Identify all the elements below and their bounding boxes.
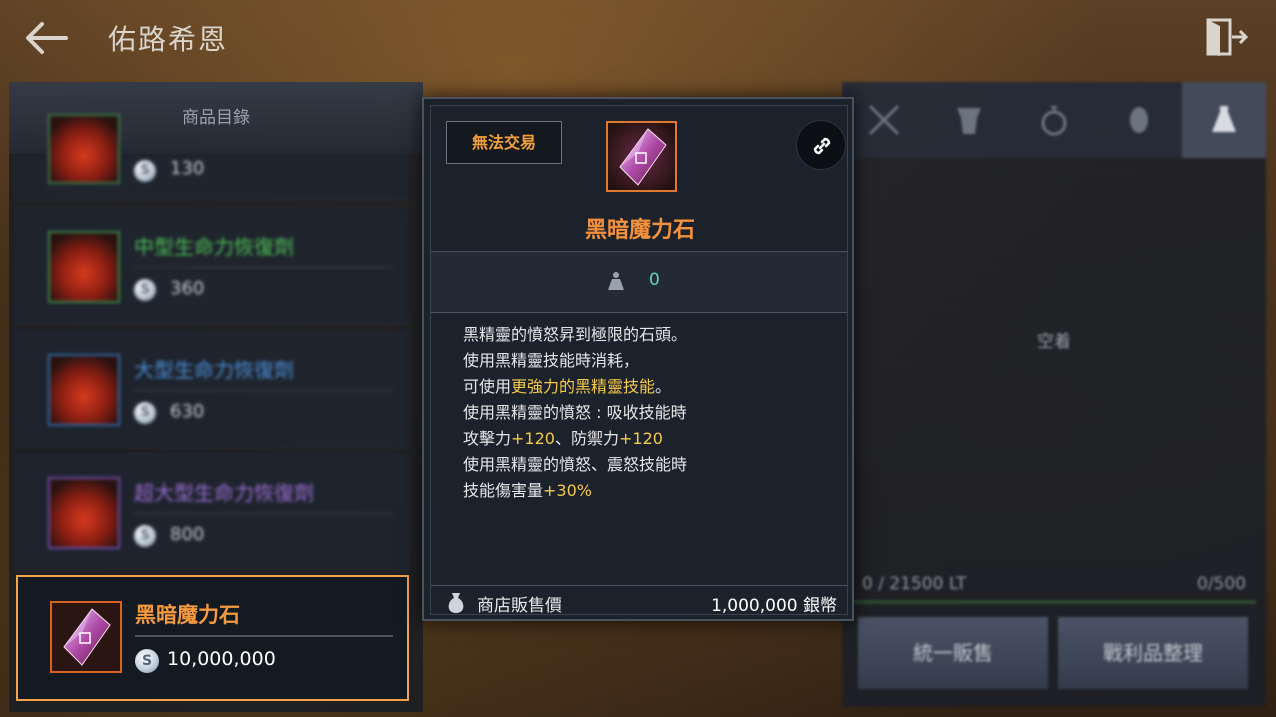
weapon-tab[interactable] bbox=[842, 82, 926, 158]
money-bag-icon bbox=[448, 593, 464, 613]
item-divider bbox=[134, 513, 392, 514]
description-text: 攻擊力 bbox=[463, 429, 512, 448]
description-line: 使用黑精靈技能時消耗， bbox=[463, 351, 640, 370]
inventory-empty-text: 空着 bbox=[1037, 332, 1071, 352]
exit-button[interactable] bbox=[1204, 16, 1250, 58]
description-line: 可使用更強力的黑精靈技能。 bbox=[463, 374, 833, 400]
item-name: 超大型生命力恢復劑 bbox=[134, 481, 314, 505]
page-title: 佑路希恩 bbox=[108, 23, 229, 56]
back-arrow-icon bbox=[26, 22, 68, 54]
gem-icon bbox=[1130, 107, 1148, 133]
item-price: 360 bbox=[170, 278, 205, 299]
dark-magic-stone-icon bbox=[606, 121, 677, 192]
item-icon bbox=[48, 354, 120, 426]
top-bar: 佑路希恩 bbox=[0, 0, 1276, 78]
dark-magic-stone-icon bbox=[50, 601, 122, 673]
item-name: 中型生命力恢復劑 bbox=[134, 235, 294, 259]
divider bbox=[431, 312, 847, 313]
selected-item-price: 10,000,000 bbox=[167, 648, 276, 670]
description-text: 技能傷害量 bbox=[463, 481, 544, 500]
armor-icon bbox=[957, 108, 981, 134]
crossed-swords-icon bbox=[868, 104, 900, 136]
misc-tab[interactable] bbox=[1097, 82, 1181, 158]
weight-icon bbox=[608, 272, 624, 290]
description-text: 。 bbox=[655, 377, 672, 396]
list-item[interactable]: 中型生命力恢復劑 S 360 bbox=[14, 207, 410, 325]
item-icon bbox=[48, 114, 120, 184]
share-link-button[interactable] bbox=[796, 120, 846, 170]
sell-all-button[interactable]: 統一販售 bbox=[858, 617, 1048, 689]
description-highlight: 更強力的黑精靈技能 bbox=[511, 377, 656, 396]
item-tooltip: 無法交易 黑暗魔力石 0 黑精靈的憤怒昇到極限的石頭。 使用黑精靈技能時消耗， … bbox=[422, 97, 854, 621]
silver-coin-icon: S bbox=[134, 160, 156, 182]
skill-damage-bonus: +30% bbox=[543, 481, 592, 500]
item-price: 630 bbox=[170, 401, 205, 422]
item-divider bbox=[134, 267, 392, 268]
defense-bonus: +120 bbox=[618, 429, 663, 448]
shop-price-label: 商店販售價 bbox=[477, 596, 562, 616]
item-name: 大型生命力恢復劑 bbox=[134, 358, 294, 382]
inventory-capacity-bar bbox=[852, 600, 1256, 604]
divider bbox=[431, 585, 847, 586]
inventory-count: 0/500 bbox=[1197, 574, 1246, 594]
item-icon bbox=[48, 231, 120, 303]
item-divider bbox=[135, 635, 393, 637]
list-item[interactable]: 大型生命力恢復劑 S 630 bbox=[14, 330, 410, 448]
accessory-tab[interactable] bbox=[1012, 82, 1096, 158]
untradeable-badge: 無法交易 bbox=[446, 121, 562, 164]
item-icon bbox=[48, 477, 120, 549]
item-description: 黑精靈的憤怒昇到極限的石頭。 使用黑精靈技能時消耗， 可使用更強力的黑精靈技能。… bbox=[463, 322, 833, 504]
selected-item-name: 黑暗魔力石 bbox=[135, 603, 240, 627]
back-button[interactable] bbox=[22, 18, 70, 58]
potion-flask-icon bbox=[1212, 106, 1236, 132]
item-divider bbox=[134, 390, 392, 391]
exit-door-icon bbox=[1206, 18, 1249, 56]
link-icon bbox=[813, 137, 831, 155]
silver-coin-icon: S bbox=[134, 525, 156, 547]
tooltip-item-name: 黑暗魔力石 bbox=[584, 218, 695, 243]
shop-price-value: 1,000,000 銀幣 bbox=[711, 596, 837, 616]
list-item[interactable]: 超大型生命力恢復劑 S 800 bbox=[14, 453, 410, 571]
sort-loot-button[interactable]: 戰利品整理 bbox=[1058, 617, 1248, 689]
weight-value: 0 bbox=[649, 270, 660, 290]
ring-icon bbox=[1041, 106, 1067, 136]
inventory-weight: 0 / 21500 LT bbox=[862, 574, 967, 594]
description-line: 使用黑精靈的憤怒、震怒技能時 bbox=[463, 455, 688, 474]
armor-tab[interactable] bbox=[927, 82, 1011, 158]
potion-tab[interactable] bbox=[1182, 82, 1266, 158]
silver-coin-icon: S bbox=[134, 402, 156, 424]
list-item[interactable]: S 130 bbox=[14, 114, 410, 200]
description-line: 技能傷害量+30% bbox=[463, 478, 833, 504]
item-price: 800 bbox=[170, 524, 205, 545]
description-line: 使用黑精靈的憤怒 : 吸收技能時 bbox=[463, 403, 687, 422]
inventory-tabs bbox=[842, 82, 1266, 158]
weight-row: 0 bbox=[431, 252, 847, 312]
silver-coin-icon: S bbox=[135, 649, 159, 673]
description-text: 、防禦力 bbox=[554, 429, 619, 448]
silver-coin-icon: S bbox=[134, 279, 156, 301]
description-line: 黑精靈的憤怒昇到極限的石頭。 bbox=[463, 325, 688, 344]
inventory-panel: 空着 0 / 21500 LT 0/500 統一販售 戰利品整理 bbox=[842, 82, 1266, 707]
item-price: 130 bbox=[170, 158, 205, 179]
description-line: 攻擊力+120、防禦力+120 bbox=[463, 426, 833, 452]
selected-list-item[interactable]: 黑暗魔力石 S 10,000,000 bbox=[16, 575, 409, 701]
description-text: 可使用 bbox=[463, 377, 512, 396]
tooltip-frame: 無法交易 黑暗魔力石 0 黑精靈的憤怒昇到極限的石頭。 使用黑精靈技能時消耗， … bbox=[430, 105, 848, 616]
attack-bonus: +120 bbox=[511, 429, 555, 448]
